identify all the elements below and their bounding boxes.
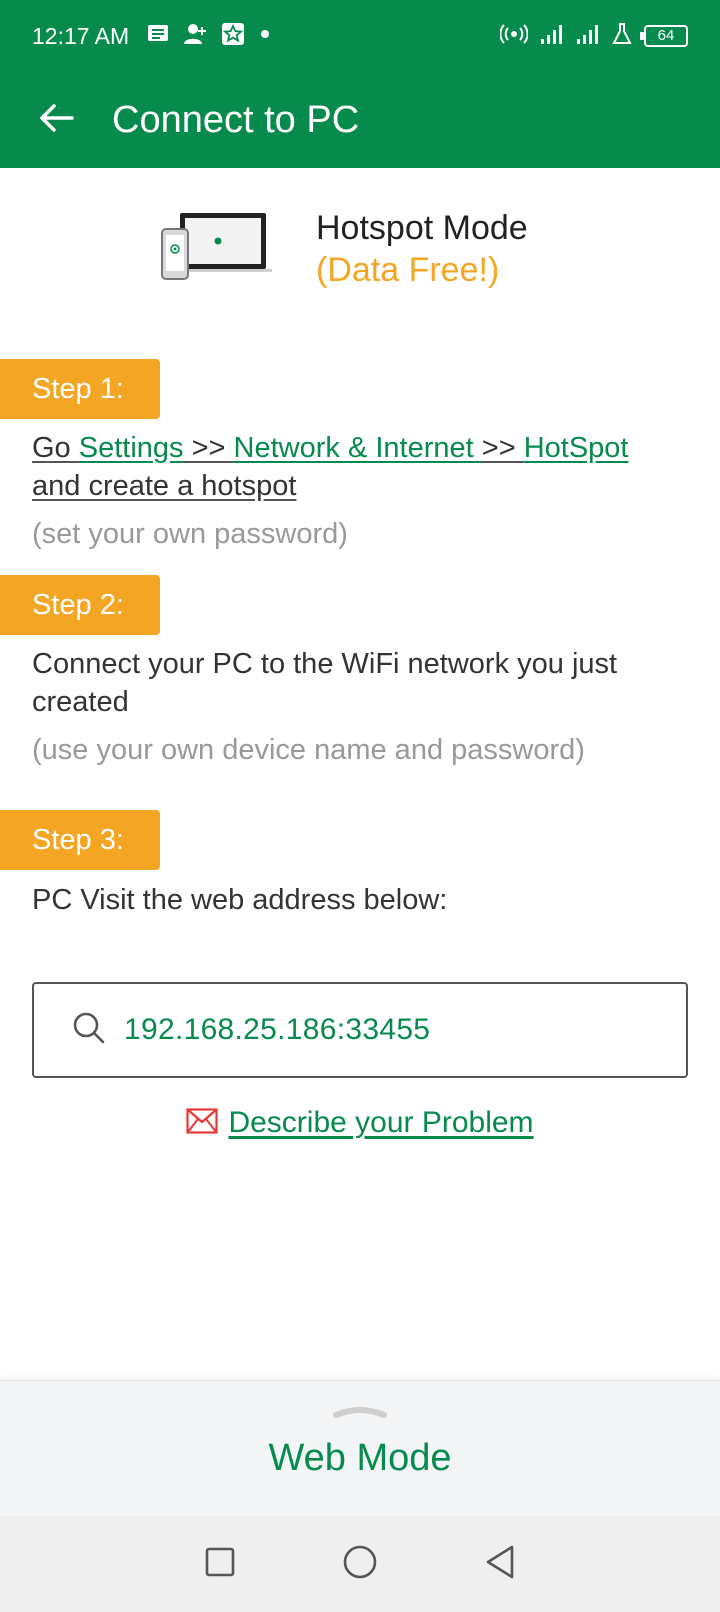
dot-icon [259, 27, 271, 45]
search-icon [72, 1011, 106, 1050]
hotspot-link[interactable]: HotSpot [524, 432, 629, 464]
describe-problem-label: Describe your Problem [228, 1106, 534, 1139]
status-time: 12:17 AM [32, 22, 130, 49]
hotspot-header: Hotspot Mode (Data Free!) [160, 205, 528, 292]
step-1-hint: (set your own password) [32, 518, 348, 550]
step-3-badge: Step 3: [0, 810, 160, 870]
step-2-badge: Step 2: [0, 575, 160, 635]
status-left-icons [147, 22, 271, 51]
flask-icon [612, 22, 632, 50]
arrow-left-icon [38, 103, 74, 138]
status-right-icons: 64 [499, 22, 688, 50]
nav-back-button[interactable] [470, 1534, 530, 1594]
home-button[interactable] [330, 1534, 390, 1594]
status-bar: 12:17 AM 64 [0, 0, 720, 72]
web-address-value: 192.168.25.186:33455 [124, 1013, 431, 1046]
recents-button[interactable] [190, 1534, 250, 1594]
step-1-sep-1: >> [183, 432, 234, 464]
screen: 12:17 AM 64 Connect to PC Hotspot Mode (… [0, 0, 720, 1612]
mail-icon [186, 1107, 219, 1139]
recents-square-icon [204, 1546, 236, 1583]
add-contact-icon [183, 23, 207, 50]
hotspot-text: Hotspot Mode (Data Free!) [316, 207, 528, 291]
star-badge-icon [221, 22, 245, 51]
describe-problem-link[interactable]: Describe your Problem [0, 1106, 720, 1140]
step-1-go: Go [32, 432, 79, 464]
hotspot-signal-icon [499, 23, 529, 50]
home-circle-icon [342, 1544, 378, 1585]
step-1-sep-2: >> [481, 432, 524, 464]
step-1-badge: Step 1: [0, 359, 160, 419]
cellular-signal-2-icon [576, 23, 600, 50]
system-nav-bar [0, 1516, 720, 1612]
web-address-field[interactable]: 192.168.25.186:33455 [32, 982, 688, 1078]
back-button[interactable] [0, 72, 112, 168]
message-icon [147, 24, 169, 49]
step-2-text: Connect your PC to the WiFi network you … [32, 648, 618, 718]
app-bar: Connect to PC [0, 72, 720, 168]
network-internet-link[interactable]: Network & Internet [234, 432, 482, 464]
settings-link[interactable]: Settings [79, 432, 184, 464]
battery-icon: 64 [640, 25, 688, 47]
step-1-text: Go Settings >> Network & Internet >> Hot… [32, 429, 692, 505]
hotspot-subtitle: (Data Free!) [316, 250, 500, 289]
chevron-up-icon[interactable] [332, 1403, 388, 1424]
back-triangle-icon [484, 1544, 516, 1585]
web-mode-sheet[interactable]: Web Mode [0, 1380, 720, 1516]
step-3-text: PC Visit the web address below: [32, 884, 448, 916]
hotspot-title: Hotspot Mode [316, 208, 528, 247]
page-title: Connect to PC [112, 98, 360, 141]
step-1-rest: and create a hotspot [32, 470, 297, 502]
step-2-hint: (use your own device name and password) [32, 734, 585, 766]
web-mode-label[interactable]: Web Mode [0, 1437, 720, 1480]
laptop-phone-icon [160, 205, 278, 292]
cellular-signal-icon [540, 23, 564, 50]
